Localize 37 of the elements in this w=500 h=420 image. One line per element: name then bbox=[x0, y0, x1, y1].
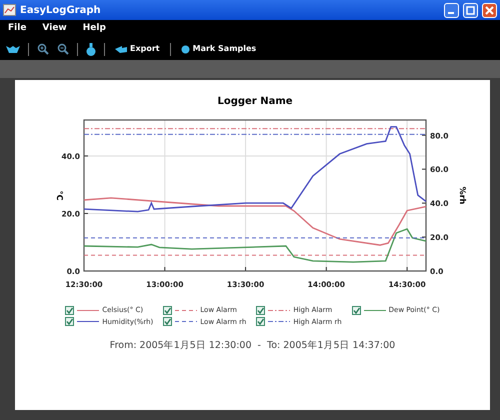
export-button[interactable]: Export bbox=[113, 43, 162, 55]
window-title: EasyLogGraph bbox=[20, 4, 102, 18]
legend-swatch bbox=[77, 319, 100, 324]
export-icon bbox=[115, 45, 127, 53]
legend-checkbox[interactable] bbox=[163, 306, 172, 315]
legend-checkbox[interactable] bbox=[256, 317, 266, 326]
legend-swatch bbox=[77, 308, 100, 313]
legend-swatch bbox=[364, 308, 386, 313]
tray-icon[interactable] bbox=[6, 44, 20, 54]
menu-item[interactable]: View bbox=[42, 22, 67, 36]
chart-title: Logger Name bbox=[217, 96, 293, 107]
dot-icon bbox=[180, 44, 190, 54]
axis-title: %rh bbox=[458, 186, 467, 204]
legend-swatch bbox=[268, 319, 290, 324]
legend-checkbox[interactable] bbox=[163, 317, 172, 326]
minimize-icon bbox=[448, 12, 454, 14]
legend-checkbox[interactable] bbox=[65, 306, 74, 315]
zoom-in-icon[interactable] bbox=[37, 43, 49, 55]
close-button[interactable] bbox=[482, 2, 497, 18]
zoom-out-icon[interactable] bbox=[57, 43, 69, 55]
legend-swatch bbox=[175, 319, 198, 324]
legend-checkbox[interactable] bbox=[65, 317, 74, 326]
legend-swatch bbox=[175, 308, 198, 313]
legend-checkbox[interactable] bbox=[256, 306, 266, 315]
mark-samples-button[interactable]: Mark Samples bbox=[178, 43, 258, 55]
close-icon bbox=[485, 6, 494, 14]
axis-title: °C bbox=[55, 190, 64, 200]
legend-swatch bbox=[268, 308, 290, 313]
flask-icon[interactable] bbox=[86, 42, 96, 56]
maximize-icon bbox=[466, 6, 475, 14]
legend-checkbox[interactable] bbox=[352, 306, 361, 315]
maximize-button[interactable] bbox=[463, 2, 478, 18]
minimize-button[interactable] bbox=[444, 2, 459, 18]
date-range-caption: From: 2005年1月5日 12:30:00 - To: 2005年1月5日 14:37:00 bbox=[110, 339, 396, 353]
menu-item[interactable]: Help bbox=[82, 22, 106, 36]
menu-item[interactable]: File bbox=[8, 22, 26, 36]
app-icon bbox=[3, 4, 16, 16]
